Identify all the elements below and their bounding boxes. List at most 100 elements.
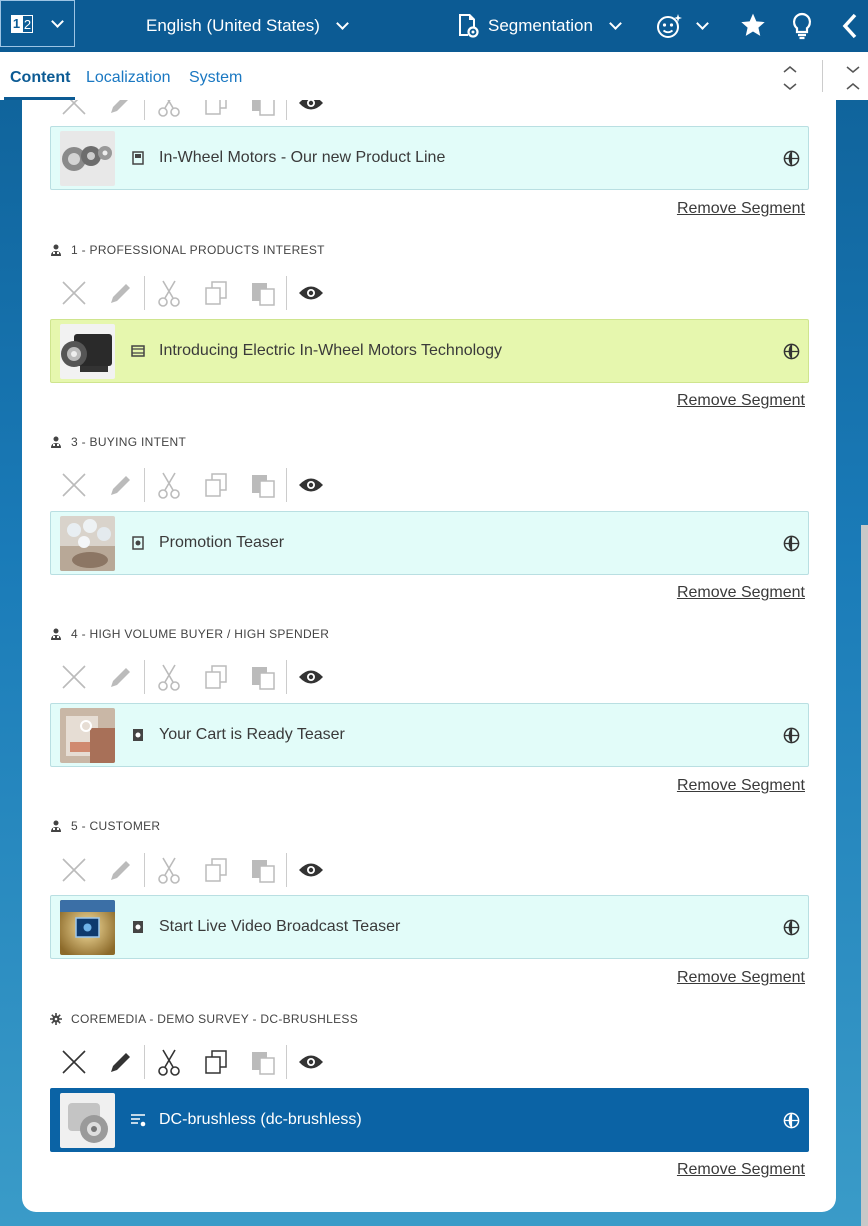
segment-header: 1 - PROFESSIONAL PRODUCTS INTEREST xyxy=(50,243,325,257)
remove-segment-link[interactable]: Remove Segment xyxy=(677,584,805,602)
item-title: Start Live Video Broadcast Teaser xyxy=(159,918,401,935)
content-item[interactable]: Promotion Teaser xyxy=(50,511,809,575)
thumbnail-image xyxy=(60,899,115,955)
people-icon xyxy=(50,628,62,640)
tab-content[interactable]: Content xyxy=(10,69,70,87)
paste-icon xyxy=(251,475,275,498)
segment-label: 3 - BUYING INTENT xyxy=(71,435,187,449)
paste-button[interactable] xyxy=(239,1042,286,1082)
language-label: English (United States) xyxy=(146,16,320,35)
teaser-icon xyxy=(130,535,146,551)
remove-segment-link[interactable]: Remove Segment xyxy=(677,777,805,795)
copy-button[interactable] xyxy=(192,1042,239,1082)
paste-button[interactable] xyxy=(239,100,286,123)
people-icon xyxy=(50,244,62,256)
cut-button[interactable] xyxy=(145,100,192,123)
content-item[interactable]: In-Wheel Motors - Our new Product Line xyxy=(50,126,809,190)
expand-collapse-icon[interactable] xyxy=(782,64,798,92)
item-toolbar xyxy=(50,657,334,697)
paste-button[interactable] xyxy=(239,273,286,313)
remove-button[interactable] xyxy=(50,465,97,505)
remove-segment-link[interactable]: Remove Segment xyxy=(677,1161,805,1179)
content-item[interactable]: Your Cart is Ready Teaser xyxy=(50,703,809,767)
item-toolbar xyxy=(50,465,334,505)
copy-button[interactable] xyxy=(192,850,239,890)
format-selector[interactable]: 1 2 xyxy=(0,0,75,47)
cut-button[interactable] xyxy=(145,465,192,505)
persona-selector[interactable] xyxy=(656,0,709,52)
content-item-selected[interactable]: DC-brushless (dc-brushless) xyxy=(50,1088,809,1152)
cut-button[interactable] xyxy=(145,1042,192,1082)
list-settings-icon xyxy=(130,1112,146,1128)
collapse-all-icon[interactable] xyxy=(845,64,861,92)
preview-button[interactable] xyxy=(287,657,334,697)
language-selector[interactable]: English (United States) xyxy=(146,0,349,52)
globe-icon xyxy=(783,343,800,360)
scissors-icon xyxy=(157,857,180,884)
pencil-icon xyxy=(110,668,130,687)
content-item[interactable]: Introducing Electric In-Wheel Motors Tec… xyxy=(50,319,809,383)
scrollbar[interactable] xyxy=(861,525,868,1226)
item-toolbar xyxy=(50,100,334,123)
item-toolbar xyxy=(50,273,334,313)
people-icon xyxy=(50,436,62,448)
star-icon[interactable] xyxy=(740,12,766,38)
tab-system[interactable]: System xyxy=(189,69,242,87)
remove-segment-link[interactable]: Remove Segment xyxy=(677,392,805,410)
remove-segment-link[interactable]: Remove Segment xyxy=(677,200,805,218)
scissors-icon xyxy=(157,664,180,691)
edit-button[interactable] xyxy=(97,100,144,123)
item-toolbar xyxy=(50,1042,334,1082)
paste-icon xyxy=(251,1052,275,1075)
paste-button[interactable] xyxy=(239,850,286,890)
close-icon xyxy=(61,100,86,115)
eye-icon xyxy=(298,478,323,492)
preview-button[interactable] xyxy=(287,100,334,123)
eye-icon xyxy=(298,1055,323,1069)
cut-button[interactable] xyxy=(145,850,192,890)
lightbulb-icon[interactable] xyxy=(790,12,814,40)
chevron-left-icon[interactable] xyxy=(840,12,860,40)
edit-button[interactable] xyxy=(97,1042,144,1082)
copy-button[interactable] xyxy=(192,273,239,313)
copy-button[interactable] xyxy=(192,100,239,123)
preview-button[interactable] xyxy=(287,1042,334,1082)
paste-icon xyxy=(251,860,275,883)
remove-button[interactable] xyxy=(50,273,97,313)
paste-button[interactable] xyxy=(239,657,286,697)
cut-button[interactable] xyxy=(145,273,192,313)
remove-button[interactable] xyxy=(50,850,97,890)
remove-button[interactable] xyxy=(50,100,97,123)
scissors-icon xyxy=(157,280,180,307)
remove-button[interactable] xyxy=(50,657,97,697)
gear-icon xyxy=(50,1013,62,1025)
edit-button[interactable] xyxy=(97,657,144,697)
copy-button[interactable] xyxy=(192,657,239,697)
content-item[interactable]: Start Live Video Broadcast Teaser xyxy=(50,895,809,959)
tab-localization[interactable]: Localization xyxy=(86,69,171,87)
teaser-icon xyxy=(130,919,146,935)
preview-button[interactable] xyxy=(287,850,334,890)
chevron-down-icon xyxy=(609,17,622,30)
copy-icon xyxy=(204,100,227,115)
remove-segment-link[interactable]: Remove Segment xyxy=(677,969,805,987)
edit-button[interactable] xyxy=(97,465,144,505)
item-title: Introducing Electric In-Wheel Motors Tec… xyxy=(159,342,502,359)
copy-button[interactable] xyxy=(192,465,239,505)
segment-header: 4 - HIGH VOLUME BUYER / HIGH SPENDER xyxy=(50,627,329,641)
close-icon xyxy=(61,858,86,882)
preview-button[interactable] xyxy=(287,465,334,505)
preview-button[interactable] xyxy=(287,273,334,313)
edit-button[interactable] xyxy=(97,850,144,890)
article-icon xyxy=(130,150,146,166)
segment-header: COREMEDIA - DEMO SURVEY - DC-BRUSHLESS xyxy=(50,1012,358,1026)
pencil-icon xyxy=(110,1053,130,1072)
paste-button[interactable] xyxy=(239,465,286,505)
remove-button[interactable] xyxy=(50,1042,97,1082)
segmentation-selector[interactable]: Segmentation xyxy=(456,0,622,52)
cut-button[interactable] xyxy=(145,657,192,697)
item-toolbar xyxy=(50,850,334,890)
eye-icon xyxy=(298,670,323,684)
chevron-down-icon xyxy=(51,14,64,28)
edit-button[interactable] xyxy=(97,273,144,313)
